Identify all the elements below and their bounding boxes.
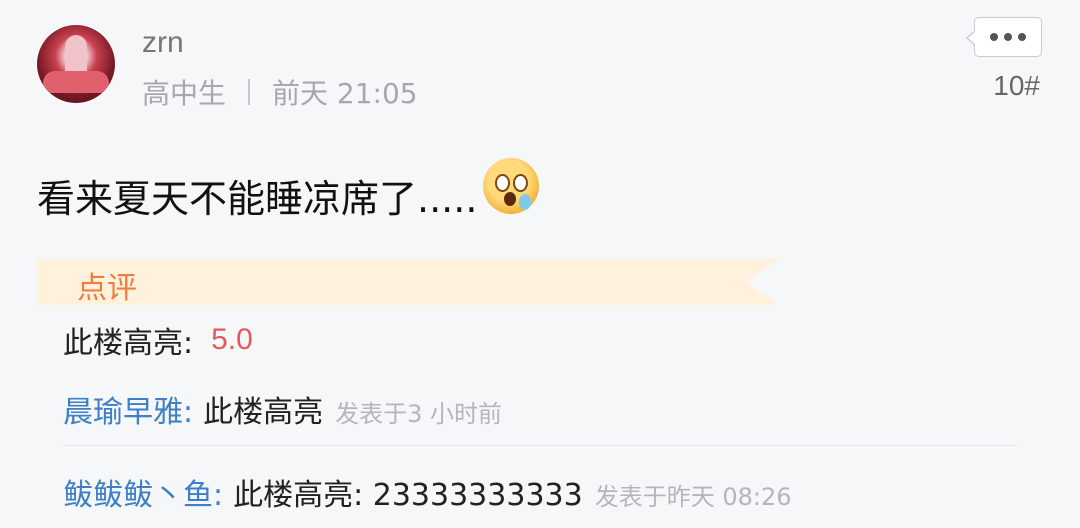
rating-value: 5.0 xyxy=(211,323,253,356)
comment-time: 发表于昨天 08:26 xyxy=(594,483,792,511)
avatar[interactable] xyxy=(37,25,115,103)
astonished-sweat-emoji-icon xyxy=(483,157,540,214)
more-dots-icon xyxy=(990,33,998,41)
comment-divider xyxy=(63,445,1018,446)
rating-label: 此楼高亮: xyxy=(63,326,194,361)
rating-row: 此楼高亮: 5.0 xyxy=(63,318,253,362)
more-button[interactable] xyxy=(966,17,1042,57)
review-banner xyxy=(37,259,779,305)
username[interactable]: zrn xyxy=(142,26,184,60)
meta-divider xyxy=(248,79,251,105)
post-content-text: 看来夏天不能睡凉席了..... xyxy=(37,177,478,221)
comment-colon: : xyxy=(183,395,194,430)
comment-author[interactable]: 鲅鲅鲅丶鱼 xyxy=(63,470,213,514)
avatar-figure xyxy=(65,35,87,75)
comment-author[interactable]: 晨瑜早雅 xyxy=(63,387,183,431)
comment-text: 此楼高亮 xyxy=(203,395,324,430)
more-dots-icon xyxy=(1004,33,1012,41)
floor-number: 10# xyxy=(993,70,1040,101)
post-time: 前天 21:05 xyxy=(272,77,418,110)
comment-item: 晨瑜早雅 : 此楼高亮 发表于3 小时前 xyxy=(63,387,502,431)
review-section-label: 点评 xyxy=(77,271,137,306)
post-meta: 高中生 前天 21:05 xyxy=(142,72,418,112)
comment-time: 发表于3 小时前 xyxy=(335,400,503,428)
avatar-car xyxy=(43,71,109,93)
more-dots-icon xyxy=(1018,33,1026,41)
comment-text: 此楼高亮: 23333333333 xyxy=(233,478,583,513)
comment-item: 鲅鲅鲅丶鱼 : 此楼高亮: 23333333333 发表于昨天 08:26 xyxy=(63,470,792,514)
comment-colon: : xyxy=(213,478,224,513)
post-content: 看来夏天不能睡凉席了..... xyxy=(37,157,540,223)
user-level: 高中生 xyxy=(142,77,227,110)
